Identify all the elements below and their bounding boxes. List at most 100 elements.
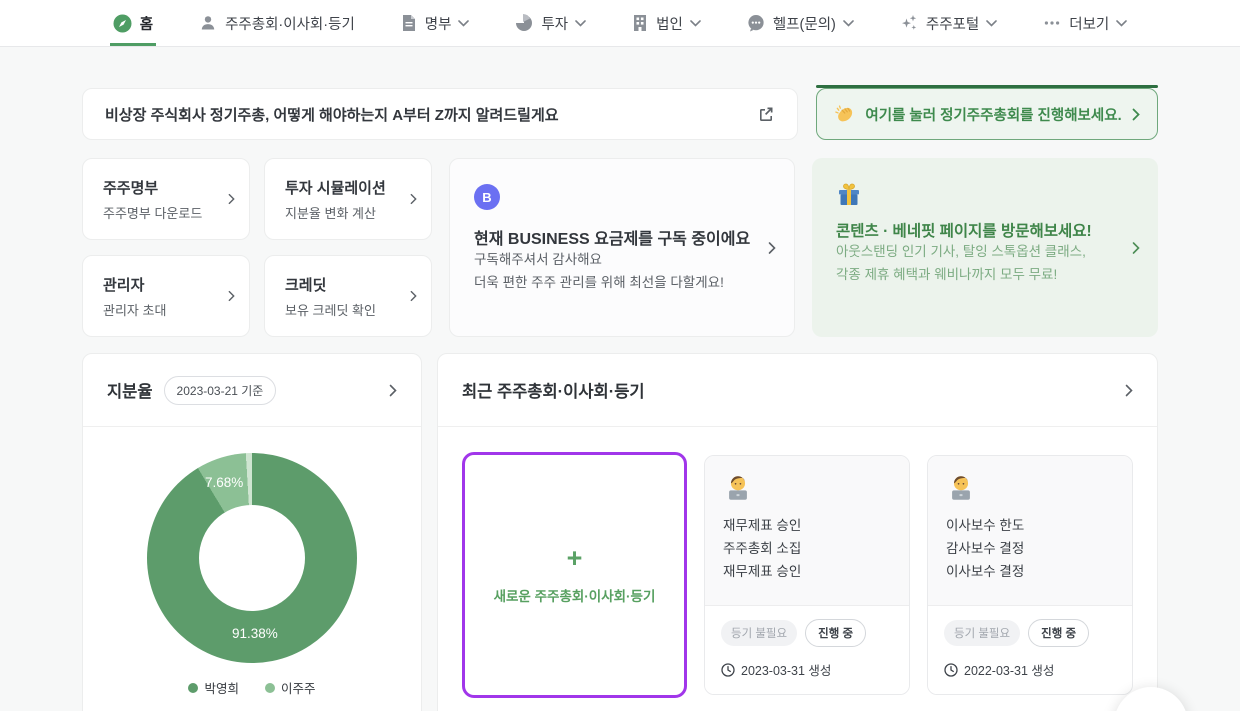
benefit-line: 아웃스탠딩 인기 기사, 탈잉 스톡옵션 클래스, [836, 241, 1134, 264]
meeting-card-footer: 등기 불필요 진행 중 2023-03-31 생성 [705, 606, 909, 694]
legend-label: 박영희 [204, 678, 239, 697]
new-meeting-label: 새로운 주주총회·이사회·등기 [494, 585, 656, 605]
person-icon [199, 14, 217, 32]
clap-icon [834, 104, 855, 125]
subscription-plan-card[interactable]: B 현재 BUSINESS 요금제를 구독 중이에요 구독해주셔서 감사해요 더… [449, 158, 795, 337]
nav-item-label: 더보기 [1069, 13, 1109, 34]
plan-title: 현재 BUSINESS 요금제를 구독 중이에요 [474, 225, 770, 249]
recent-header: 최근 주주총회·이사회·등기 [438, 354, 1157, 427]
ownership-chart: 7.68% 91.38% [147, 453, 357, 663]
agenda-line: 이사보수 결정 [946, 560, 1114, 583]
agenda-line: 재무제표 승인 [723, 514, 891, 537]
ownership-panel: 지분율 2023-03-21 기준 7.68% 91.38% 박영희 이주주 [82, 353, 422, 711]
chevron-down-icon [1116, 20, 1127, 27]
nav-item-home[interactable]: 홈 [113, 0, 153, 46]
chat-icon [747, 14, 765, 32]
created-date: 2023-03-31 생성 [741, 660, 831, 679]
donut-label-minor: 7.68% [205, 475, 243, 490]
plan-badge: B [474, 184, 500, 210]
nav-item-invest[interactable]: 투자 [515, 0, 586, 46]
legend-item: 이주주 [265, 678, 316, 697]
top-navigation: 홈 주주총회·이사회·등기 명부 투자 법인 [0, 0, 1240, 47]
legend-dot [265, 683, 275, 693]
building-icon [632, 14, 648, 32]
quick-card-subtitle: 주주명부 다운로드 [103, 203, 202, 222]
donut-label-major: 91.38% [232, 626, 278, 641]
quick-card-subtitle: 보유 크레딧 확인 [285, 300, 376, 319]
chevron-down-icon [690, 20, 701, 27]
nav-item-label: 법인 [656, 13, 683, 34]
nav-item-label: 주주포털 [926, 13, 979, 34]
quick-card-title: 크레딧 [285, 274, 376, 295]
quick-card-credit[interactable]: 크레딧 보유 크레딧 확인 [264, 255, 432, 337]
chevron-right-icon [1132, 241, 1140, 254]
plan-line: 더욱 편한 주주 관리를 위해 최선을 다할게요! [474, 272, 770, 295]
plus-icon: + [567, 545, 583, 572]
chevron-down-icon [843, 20, 854, 27]
external-link-icon [757, 105, 775, 123]
quick-card-title: 관리자 [103, 274, 166, 295]
status-badge: 진행 중 [1028, 619, 1089, 647]
quick-card-subtitle: 지분율 변화 계산 [285, 203, 386, 222]
ownership-title: 지분율 [107, 378, 153, 402]
new-meeting-card[interactable]: + 새로운 주주총회·이사회·등기 [462, 452, 687, 698]
status-badge: 진행 중 [805, 619, 866, 647]
plan-line: 구독해주셔서 감사해요 [474, 249, 770, 272]
quick-card-title: 투자 시뮬레이션 [285, 177, 386, 198]
chevron-down-icon [986, 20, 997, 27]
nav-item-portal[interactable]: 주주포털 [900, 0, 997, 46]
legend-item: 박영희 [188, 678, 239, 697]
quick-card-title: 주주명부 [103, 177, 202, 198]
cta-accent-bar [816, 85, 1158, 88]
technologist-icon [723, 473, 891, 503]
nav-item-meetings[interactable]: 주주총회·이사회·등기 [199, 0, 355, 46]
meeting-card[interactable]: 재무제표 승인 주주총회 소집 재무제표 승인 등기 불필요 진행 중 2023… [704, 455, 910, 695]
quick-card-investment-simulation[interactable]: 투자 시뮬레이션 지분율 변화 계산 [264, 158, 432, 240]
chevron-right-icon [228, 193, 235, 205]
recent-meetings-panel: 최근 주주총회·이사회·등기 + 새로운 주주총회·이사회·등기 재무제표 승인 [437, 353, 1158, 711]
quick-card-subtitle: 관리자 초대 [103, 300, 166, 319]
nav-item-corporation[interactable]: 법인 [632, 0, 701, 46]
chevron-right-icon [1132, 108, 1140, 121]
clock-icon [721, 663, 735, 677]
nav-item-help[interactable]: 헬프(문의) [747, 0, 854, 46]
nav-item-more[interactable]: 더보기 [1043, 0, 1127, 46]
chevron-right-icon [410, 290, 417, 302]
ownership-header: 지분율 2023-03-21 기준 [83, 354, 421, 427]
nav-item-label: 주주총회·이사회·등기 [225, 13, 355, 34]
chevron-right-icon [768, 241, 776, 254]
quick-card-admin[interactable]: 관리자 관리자 초대 [82, 255, 250, 337]
start-regular-meeting-button[interactable]: 여기를 눌러 정기주주총회를 진행해보세요. [816, 88, 1158, 140]
meeting-card-top: 재무제표 승인 주주총회 소집 재무제표 승인 [705, 456, 909, 606]
sparkles-icon [900, 14, 918, 32]
guide-banner-text: 비상장 주식회사 정기주총, 어떻게 해야하는지 A부터 Z까지 알려드릴게요 [105, 104, 559, 125]
agenda-line: 재무제표 승인 [723, 560, 891, 583]
meeting-card-footer: 등기 불필요 진행 중 2022-03-31 생성 [928, 606, 1132, 694]
chevron-right-icon[interactable] [1125, 384, 1133, 397]
chevron-right-icon [410, 193, 417, 205]
benefit-title: 콘텐츠 · 베네핏 페이지를 방문해보세요! [836, 219, 1134, 241]
chevron-down-icon [575, 20, 586, 27]
meeting-card[interactable]: 이사보수 한도 감사보수 결정 이사보수 결정 등기 불필요 진행 중 2022… [927, 455, 1133, 695]
nav-item-label: 투자 [541, 13, 568, 34]
nav-item-register[interactable]: 명부 [401, 0, 470, 46]
nav-item-label: 홈 [140, 13, 153, 34]
main-content: 비상장 주식회사 정기주총, 어떻게 해야하는지 A부터 Z까지 알려드릴게요 … [0, 88, 1240, 711]
technologist-icon [946, 473, 1114, 503]
compass-icon [113, 14, 132, 33]
recent-title: 최근 주주총회·이사회·등기 [462, 378, 645, 402]
cta-label: 여기를 눌러 정기주주총회를 진행해보세요. [865, 104, 1121, 125]
guide-banner[interactable]: 비상장 주식회사 정기주총, 어떻게 해야하는지 A부터 Z까지 알려드릴게요 [82, 88, 798, 140]
benefit-card[interactable]: 콘텐츠 · 베네핏 페이지를 방문해보세요! 아웃스탠딩 인기 기사, 탈잉 스… [812, 158, 1158, 337]
chevron-right-icon[interactable] [389, 384, 397, 397]
ownership-legend: 박영희 이주주 [83, 678, 421, 697]
nav-item-label: 헬프(문의) [773, 13, 836, 34]
benefit-line: 각종 제휴 혜택과 웨비나까지 모두 무료! [836, 264, 1134, 287]
agenda-line: 감사보수 결정 [946, 537, 1114, 560]
quick-card-shareholder-list[interactable]: 주주명부 주주명부 다운로드 [82, 158, 250, 240]
legend-label: 이주주 [281, 678, 316, 697]
meeting-card-top: 이사보수 한도 감사보수 결정 이사보수 결정 [928, 456, 1132, 606]
recent-cards: + 새로운 주주총회·이사회·등기 재무제표 승인 주주총회 소집 재무제표 승… [438, 427, 1157, 711]
registration-badge: 등기 불필요 [721, 620, 797, 646]
quick-actions: 주주명부 주주명부 다운로드 투자 시뮬레이션 지분율 변화 계산 관리자 관리… [82, 158, 432, 337]
